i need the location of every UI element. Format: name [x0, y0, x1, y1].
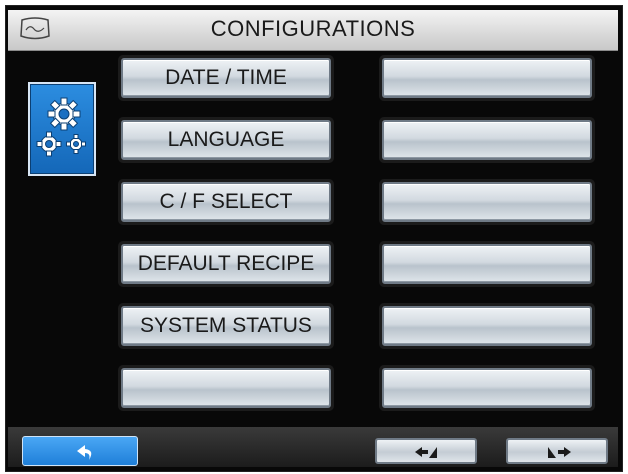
- empty-slot-button-right-1[interactable]: [379, 55, 595, 101]
- page-previous-icon: [415, 447, 437, 458]
- back-button[interactable]: [22, 436, 138, 466]
- empty-slot-button-right-5[interactable]: [379, 303, 595, 349]
- page-title: CONFIGURATIONS: [210, 16, 416, 41]
- title-bar: CONFIGURATIONS: [8, 10, 618, 51]
- temperature-unit-select-button[interactable]: C / F SELECT: [118, 179, 334, 225]
- default-recipe-button[interactable]: DEFAULT RECIPE: [118, 241, 334, 287]
- language-button[interactable]: LANGUAGE: [118, 117, 334, 163]
- empty-slot-button-right-3[interactable]: [379, 179, 595, 225]
- empty-slot-button-right-6[interactable]: [379, 365, 595, 411]
- page-next-icon: [548, 447, 571, 458]
- date-time-button[interactable]: DATE / TIME: [118, 55, 334, 101]
- return-arrow-icon: [77, 445, 92, 460]
- next-page-button[interactable]: [506, 438, 608, 464]
- empty-slot-button-right-2[interactable]: [379, 117, 595, 163]
- device-frame: CONFIGURATIONS DATE / TIME LANGUAGE C / …: [0, 0, 628, 474]
- empty-slot-button-left-6[interactable]: [118, 365, 334, 411]
- previous-page-button[interactable]: [375, 438, 477, 464]
- settings-gear-icon: [28, 82, 96, 176]
- system-status-button[interactable]: SYSTEM STATUS: [118, 303, 334, 349]
- empty-slot-button-right-4[interactable]: [379, 241, 595, 287]
